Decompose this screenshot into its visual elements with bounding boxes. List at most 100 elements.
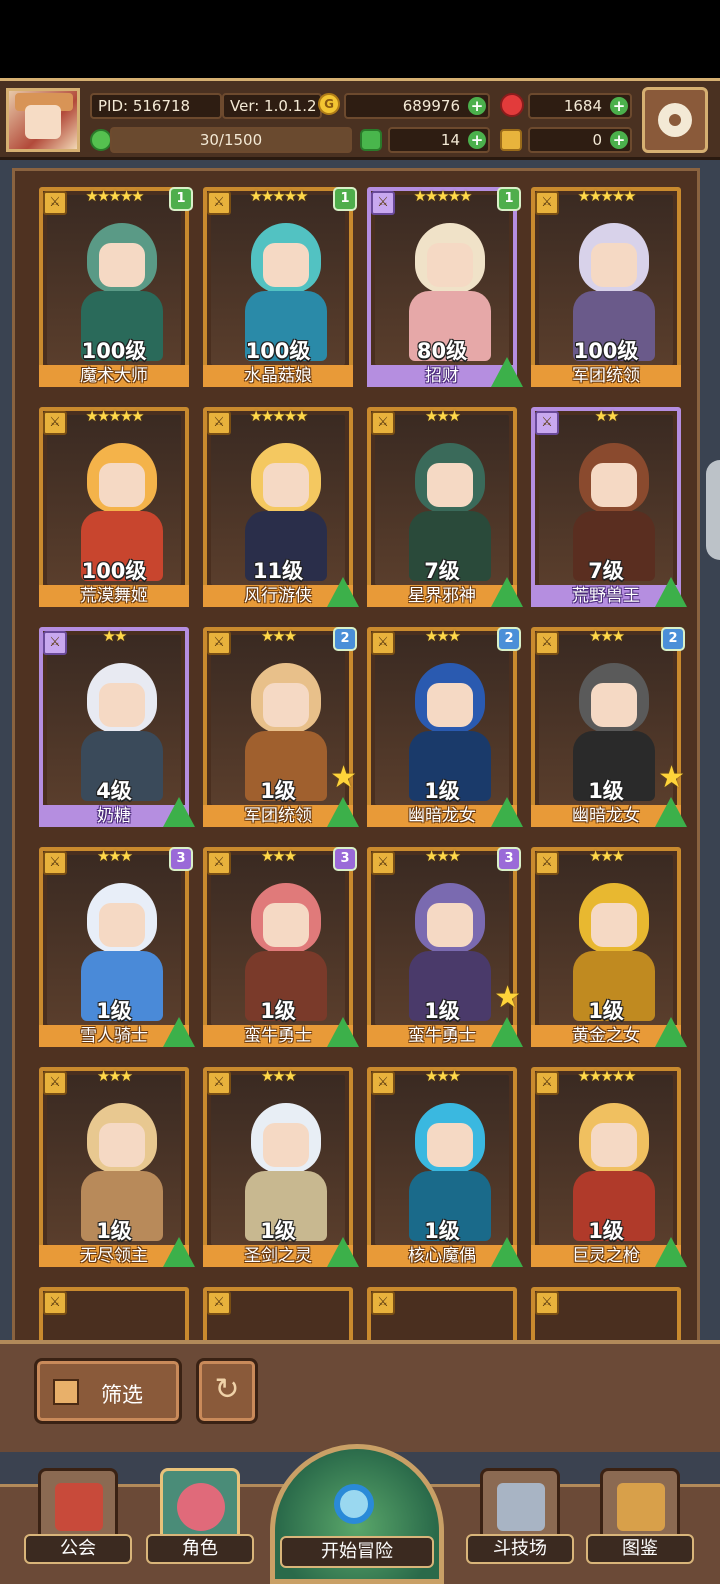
upgrade-arrow-icon [327,577,359,607]
hero-card[interactable]: ⚔ ★★★★★ 1 80级 招财 [367,187,523,387]
nav-guild[interactable]: 公会 [24,1468,132,1578]
hero-level: 100级 [573,339,639,363]
hero-card-partial[interactable]: ⚔ [39,1287,189,1348]
tier-badge: 3 [169,847,193,871]
refresh-icon: ↻ [214,1372,240,1407]
star-rating: ★★★ [424,627,461,645]
star-rating: ★★★ [424,847,461,865]
hero-level: 100级 [81,339,147,363]
star-upgrade-icon: ★ [330,760,357,795]
character-roster[interactable]: ⚔ ★★★★★ 1 100级 魔术大师 ⚔ ★★★★★ 1 100级 水晶菇娘 ⚔ ★★★★★ 1 80级… [12,168,700,1348]
star-rating: ★★★ [424,1067,461,1085]
nav-role[interactable]: 角色 [146,1468,254,1578]
clover-amount: 14 [440,131,460,149]
upgrade-arrow-icon [655,577,687,607]
codex-book-icon [617,1483,665,1531]
star-rating: ★★★ [260,627,297,645]
side-pull-tab[interactable] [706,460,720,560]
hero-card[interactable]: ⚔ ★★★ 1级 黄金之女 [531,847,687,1047]
gem-amount: 1684 [563,97,602,115]
class-icon: ⚔ [371,1291,395,1315]
upgrade-arrow-icon [327,1017,359,1047]
tier-badge: 1 [333,187,357,211]
filter-label: 筛选 [101,1383,143,1407]
hero-card[interactable]: ⚔ ★★ 4级 奶糖 [39,627,195,827]
hero-card[interactable]: ⚔ ★★★★★ 1 100级 魔术大师 [39,187,193,387]
hero-card[interactable]: ⚔ ★★★ 2 1级 幽暗龙女 [367,627,523,827]
start-adventure-button[interactable]: 开始冒险 [270,1444,444,1584]
hero-card[interactable]: ⚔ ★★ 7级 荒野兽王 [531,407,687,607]
hero-card[interactable]: ⚔ ★★★ 1级 核心魔偶 [367,1067,523,1267]
upgrade-arrow-icon [491,797,523,827]
upgrade-arrow-icon [163,1017,195,1047]
hero-card-partial[interactable]: ⚔ [531,1287,681,1348]
nav-codex-label: 图鉴 [586,1534,694,1564]
upgrade-arrow-icon [491,357,523,387]
grid-icon [53,1379,79,1405]
star-rating: ★★★★★ [85,407,144,425]
upgrade-arrow-icon [327,797,359,827]
hero-card[interactable]: ⚔ ★★★ 3 1级 雪人骑士 [39,847,195,1047]
tier-badge: 2 [497,627,521,651]
hero-card[interactable]: ⚔ ★★★★★ 1级 巨灵之枪 [531,1067,687,1267]
add-gold-button[interactable]: + [468,97,486,115]
ruby-gem-icon [500,93,524,117]
hero-name: 魔术大师 [39,365,189,387]
hero-card-partial[interactable]: ⚔ [367,1287,517,1348]
star-upgrade-icon: ★ [494,980,521,1015]
upgrade-arrow-icon [491,1017,523,1047]
nav-role-label: 角色 [146,1534,254,1564]
version-label: Ver: 1.0.1.2 [222,93,322,119]
hero-name: 军团统领 [531,365,681,387]
status-bar [0,0,720,78]
upgrade-arrow-icon [327,1237,359,1267]
refresh-button[interactable]: ↻ [196,1358,258,1424]
clover-counter: 14 + [388,127,490,153]
magnifier-icon [334,1484,374,1524]
hero-card[interactable]: ⚔ ★★★ 2 1级 幽暗龙女 ★ [531,627,687,827]
hero-card[interactable]: ⚔ ★★★★★ 100级 军团统领 [531,187,681,387]
energy-amount: 30/1500 [199,131,263,149]
hero-card[interactable]: ⚔ ★★★★★ 1 100级 水晶菇娘 [203,187,357,387]
hero-card[interactable]: ⚔ ★★★ 3 1级 蛮牛勇士 [203,847,359,1047]
top-resource-bar: PID: 516718 Ver: 1.0.1.2 G 689976 + 1684… [0,78,720,160]
add-key-button[interactable]: + [610,131,628,149]
hero-card-partial[interactable]: ⚔ [203,1287,353,1348]
gold-amount: 689976 [402,97,460,115]
gear-icon [658,103,692,137]
add-gems-button[interactable]: + [610,97,628,115]
key-counter: 0 + [528,127,632,153]
hero-card[interactable]: ⚔ ★★★ 2 1级 军团统领 ★ [203,627,359,827]
player-avatar[interactable] [6,88,80,152]
settings-button[interactable] [642,87,708,153]
star-rating: ★★★ [588,847,625,865]
hero-card[interactable]: ⚔ ★★★ 1级 圣剑之灵 [203,1067,359,1267]
add-clover-button[interactable]: + [468,131,486,149]
tier-badge: 2 [333,627,357,651]
star-upgrade-icon: ★ [658,760,685,795]
upgrade-arrow-icon [163,797,195,827]
hero-card[interactable]: ⚔ ★★★ 1级 无尽领主 [39,1067,195,1267]
key-amount: 0 [592,131,602,149]
hero-card[interactable]: ⚔ ★★★ 7级 星界邪神 [367,407,523,607]
star-rating: ★★★ [588,627,625,645]
class-icon: ⚔ [43,1291,67,1315]
star-rating: ★★★★★ [413,187,472,205]
hero-name: 水晶菇娘 [203,365,353,387]
star-rating: ★★★ [260,1067,297,1085]
tier-badge: 3 [497,847,521,871]
crossed-swords-icon [497,1483,545,1531]
filter-button[interactable]: 筛选 [34,1358,182,1424]
nav-codex[interactable]: 图鉴 [586,1468,694,1578]
hero-card[interactable]: ⚔ ★★★★★ 100级 荒漠舞姬 [39,407,189,607]
hero-card[interactable]: ⚔ ★★★★★ 11级 风行游侠 [203,407,359,607]
hero-card[interactable]: ⚔ ★★★ 3 1级 蛮牛勇士 ★ [367,847,523,1047]
upgrade-arrow-icon [655,797,687,827]
upgrade-arrow-icon [491,577,523,607]
star-rating: ★★★ [260,847,297,865]
nav-arena[interactable]: 斗技场 [466,1468,574,1578]
upgrade-arrow-icon [655,1237,687,1267]
tier-badge: 1 [169,187,193,211]
star-rating: ★★ [594,407,620,425]
upgrade-arrow-icon [491,1237,523,1267]
